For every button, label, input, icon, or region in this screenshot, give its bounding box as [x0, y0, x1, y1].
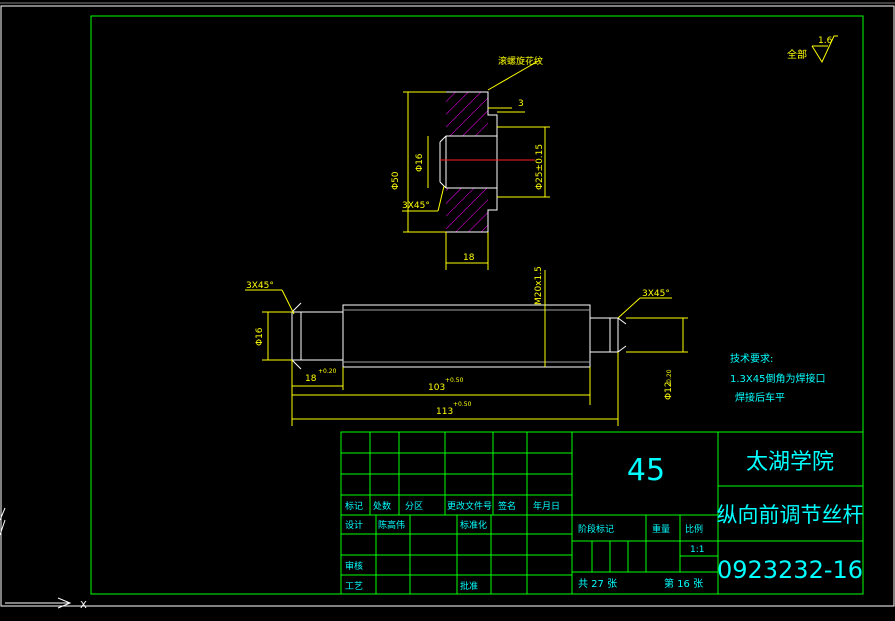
knob-section-view	[439, 91, 535, 233]
dim-chamfer: 3X45°	[402, 201, 430, 211]
hatch-upper	[446, 92, 488, 136]
hatch-lower	[446, 188, 488, 232]
shaft-thread: M20x1.5	[534, 266, 544, 305]
dim-inner: Φ16	[415, 153, 425, 172]
scale-value: 1:1	[690, 545, 704, 555]
tech-line-1: 1.3X45倒角为焊接口	[730, 372, 825, 385]
shaft-len-total: 113	[436, 407, 453, 417]
dim-width: 18	[463, 253, 475, 263]
surface-finish-symbol: 全部 1.6	[787, 35, 838, 64]
shaft-len-mid-tol: +0.50	[445, 377, 464, 384]
dim-step: 3	[518, 99, 524, 109]
knob-dimensions: 滚螺旋花纹 Φ50 Φ16 Φ25±0.15 3 3X45° 18	[391, 55, 550, 270]
process-label: 工艺	[345, 581, 363, 592]
total-sheets: 共 27 张	[578, 578, 617, 590]
weight-label: 重量	[652, 523, 670, 535]
part-name: 纵向前调节丝杆	[717, 503, 864, 527]
shaft-dia-left: Φ16	[255, 327, 265, 346]
shaft-len-left-tol: +0.20	[318, 368, 337, 375]
designer-name: 陈高伟	[378, 519, 405, 531]
shaft-chamfer-right: 3X45°	[642, 289, 670, 299]
tech-requirements: 技术要求: 1.3X45倒角为焊接口 焊接后车平	[730, 352, 825, 404]
shaft-len-left: 18	[305, 374, 317, 384]
col-sign: 签名	[498, 500, 516, 512]
dim-outer: Φ50	[391, 171, 401, 190]
col-doc: 更改文件号	[447, 500, 492, 512]
svg-text:X: X	[80, 600, 87, 611]
design-label: 设计	[345, 519, 363, 531]
surface-finish-label: 全部	[787, 48, 807, 61]
review-label: 审核	[345, 560, 363, 572]
surface-finish-value: 1.6	[818, 36, 833, 46]
shaft-dimensions: 3X45° 3X45° Φ16 M20x1.5 Φ12 -0.20 18 +0.…	[245, 266, 688, 426]
drawing-number: 0923232-16	[717, 556, 863, 584]
material-label: 45	[627, 453, 665, 488]
ucs-icon: X	[0, 507, 87, 611]
dim-hole: Φ25±0.15	[535, 144, 545, 190]
scale-label: 比例	[685, 523, 703, 535]
cad-drawing-canvas[interactable]: X 全部 1.6 滚螺旋花纹 Φ50 Φ16 Φ25±0.15 3 3X45° …	[0, 0, 895, 621]
tech-title: 技术要求:	[730, 352, 773, 365]
col-date: 年月日	[533, 500, 560, 512]
shaft-view	[291, 302, 627, 370]
school-name: 太湖学院	[746, 450, 834, 475]
shaft-len-total-tol: +0.50	[453, 401, 472, 408]
tech-line-2: 焊接后车平	[735, 391, 785, 404]
stage-label: 阶段标记	[578, 523, 614, 535]
col-mark: 标记	[345, 500, 363, 512]
shaft-len-mid: 103	[428, 383, 445, 393]
approve-label: 批准	[460, 580, 478, 592]
col-count: 处数	[373, 500, 391, 512]
shaft-dia-right-tol: -0.20	[666, 369, 673, 385]
sheet-number: 第 16 张	[664, 577, 703, 590]
standard-label: 标准化	[460, 519, 487, 531]
knurl-note: 滚螺旋花纹	[498, 55, 543, 67]
col-zone: 分区	[405, 501, 423, 512]
shaft-chamfer-left: 3X45°	[246, 281, 274, 291]
title-block: 45 太湖学院 纵向前调节丝杆 0923232-16 标记 处数 分区 更改文件…	[340, 431, 864, 595]
